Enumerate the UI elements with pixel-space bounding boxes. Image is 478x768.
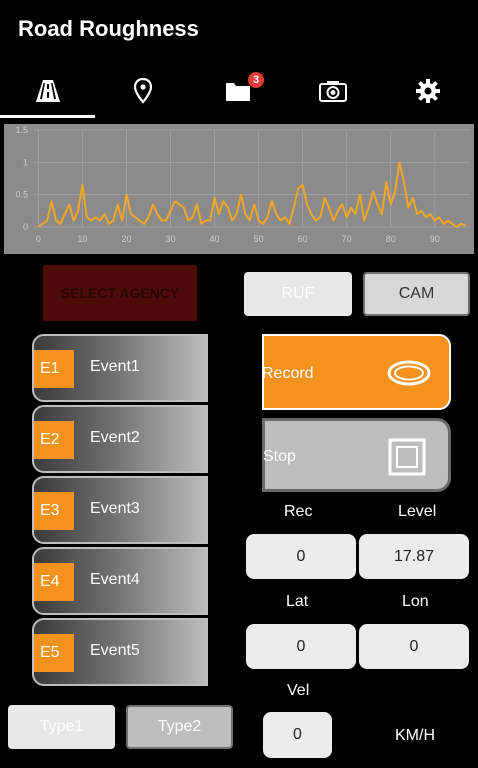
tab-files[interactable] xyxy=(190,66,285,116)
record-label: Record xyxy=(262,365,314,382)
y-tick-label: 1.5 xyxy=(15,125,28,135)
tab-bar xyxy=(0,66,478,118)
tab-camera[interactable] xyxy=(285,66,380,116)
event-button-1[interactable]: E1 Event1 xyxy=(32,334,208,402)
app-title: Road Roughness xyxy=(18,16,199,41)
x-tick-label: 60 xyxy=(298,234,308,244)
type1-button[interactable]: Type1 xyxy=(8,705,115,749)
rec-value: 0 xyxy=(246,534,356,579)
event-button-4[interactable]: E4 Event4 xyxy=(32,547,208,615)
ruf-button[interactable]: RUF xyxy=(244,272,352,316)
type2-button[interactable]: Type2 xyxy=(126,705,233,749)
x-tick-label: 70 xyxy=(342,234,352,244)
event-label: Event4 xyxy=(90,571,140,588)
road-icon xyxy=(35,80,60,102)
event-label: Event1 xyxy=(90,358,140,375)
event-button-5[interactable]: E5 Event5 xyxy=(32,618,208,686)
vel-unit: KM/H xyxy=(395,727,435,744)
y-tick-label: 0.5 xyxy=(15,190,28,200)
location-pin-icon xyxy=(133,78,152,104)
x-tick-label: 10 xyxy=(77,234,87,244)
lat-label: Lat xyxy=(286,593,309,610)
rec-label: Rec xyxy=(284,503,313,520)
event-label: Event2 xyxy=(90,429,140,446)
event-code: E1 xyxy=(34,350,74,388)
vel-value: 0 xyxy=(263,712,332,758)
level-label: Level xyxy=(398,503,437,520)
active-tab-indicator xyxy=(0,115,95,118)
roughness-chart: 0 0.5 1 1.5 0 10 20 30 40 50 60 70 80 90 xyxy=(4,124,474,254)
tab-settings[interactable] xyxy=(380,66,475,116)
x-tick-label: 20 xyxy=(121,234,131,244)
x-tick-label: 40 xyxy=(210,234,220,244)
y-tick-label: 0 xyxy=(23,222,28,232)
lon-value: 0 xyxy=(359,624,469,669)
event-label: Event3 xyxy=(90,500,140,517)
x-tick-label: 90 xyxy=(430,234,440,244)
vel-label: Vel xyxy=(287,682,310,699)
level-value: 17.87 xyxy=(359,534,469,579)
folder-icon xyxy=(225,83,250,101)
event-code: E5 xyxy=(34,634,74,672)
event-button-2[interactable]: E2 Event2 xyxy=(32,405,208,473)
roughness-chart-svg: 0 0.5 1 1.5 0 10 20 30 40 50 60 70 80 90 xyxy=(15,125,470,244)
stop-icon xyxy=(388,438,426,476)
gear-icon xyxy=(415,79,440,103)
event-button-3[interactable]: E3 Event3 xyxy=(32,476,208,544)
camera-icon xyxy=(318,81,347,102)
event-label: Event5 xyxy=(90,642,140,659)
event-code: E4 xyxy=(34,563,74,601)
stop-button[interactable]: Stop xyxy=(262,418,451,492)
files-count-badge: 3 xyxy=(248,72,264,88)
lon-label: Lon xyxy=(402,593,429,610)
x-tick-label: 30 xyxy=(166,234,176,244)
record-button[interactable]: Record xyxy=(262,334,451,410)
tab-location[interactable] xyxy=(95,66,190,116)
event-code: E2 xyxy=(34,421,74,459)
stop-label: Stop xyxy=(263,448,296,465)
y-tick-label: 1 xyxy=(23,157,28,167)
lat-value: 0 xyxy=(246,624,356,669)
x-tick-label: 50 xyxy=(254,234,264,244)
tab-road[interactable] xyxy=(0,66,95,116)
x-tick-label: 0 xyxy=(36,234,41,244)
select-agency-button[interactable]: SELECT AGENCY xyxy=(43,265,197,321)
x-tick-label: 80 xyxy=(386,234,396,244)
event-code: E3 xyxy=(34,492,74,530)
record-icon xyxy=(387,360,431,386)
cam-button[interactable]: CAM xyxy=(363,272,470,316)
